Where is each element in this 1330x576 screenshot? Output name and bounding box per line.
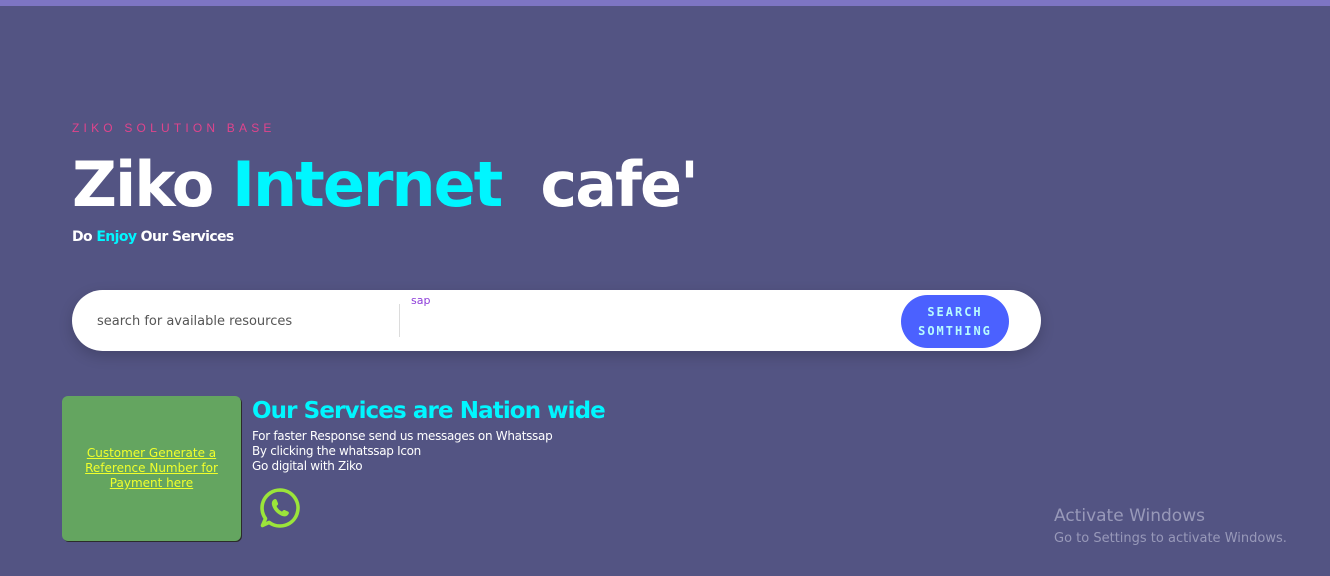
search-bar: sap SEARCH SOMTHING xyxy=(72,290,1041,351)
hero-tagline: Do Enjoy Our Services xyxy=(72,229,234,245)
services-line: By clicking the whatssap Icon xyxy=(252,444,421,458)
tagline-part2: Our Services xyxy=(136,229,235,245)
search-divider xyxy=(399,304,400,337)
hero-title-part1: Ziko xyxy=(72,148,232,221)
whatsapp-icon[interactable] xyxy=(259,487,301,529)
watermark-title: Activate Windows xyxy=(1054,506,1205,526)
search-button[interactable]: SEARCH SOMTHING xyxy=(901,295,1009,348)
generate-reference-link[interactable]: Customer Generate a Reference Number for… xyxy=(82,446,222,491)
windows-activation-watermark: Activate Windows Go to Settings to activ… xyxy=(1054,505,1287,548)
search-hint: sap xyxy=(411,294,431,307)
payment-reference-card: Customer Generate a Reference Number for… xyxy=(62,396,241,541)
watermark-subtitle: Go to Settings to activate Windows. xyxy=(1054,531,1287,546)
services-line: Go digital with Ziko xyxy=(252,459,363,473)
hero-title-accent: Internet xyxy=(231,148,503,221)
whatsapp-icon-bubble xyxy=(260,488,300,528)
whatsapp-icon-handset xyxy=(271,498,289,517)
hero-title-part2: cafe' xyxy=(501,148,699,221)
search-input[interactable] xyxy=(97,310,387,332)
top-accent-strip xyxy=(0,0,1330,6)
tagline-accent: Enjoy xyxy=(96,229,137,245)
hero-title: Ziko Internet cafe' xyxy=(72,146,699,224)
services-line: For faster Response send us messages on … xyxy=(252,429,553,443)
tagline-part1: Do xyxy=(72,229,97,245)
services-description: For faster Response send us messages on … xyxy=(252,429,553,474)
services-heading: Our Services are Nation wide xyxy=(252,398,606,424)
brand-eyebrow: ZIKO SOLUTION BASE xyxy=(72,121,276,135)
